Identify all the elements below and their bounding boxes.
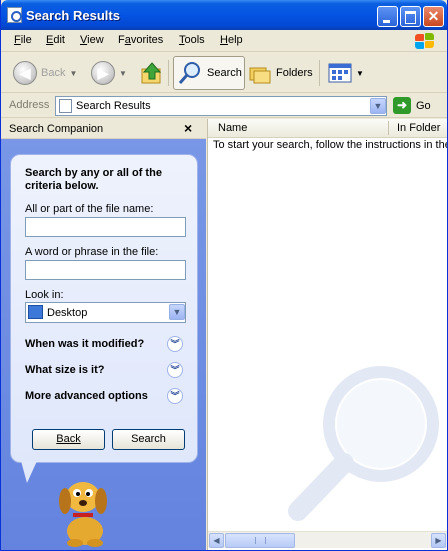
menu-file[interactable]: File [14, 34, 32, 46]
windows-logo-icon [413, 32, 435, 50]
forward-arrow-icon: ▶ [91, 61, 115, 85]
menu-edit[interactable]: Edit [46, 34, 65, 46]
results-pane: Name In Folder To start your search, fol… [207, 119, 447, 550]
look-in-value: Desktop [47, 307, 88, 319]
desktop-icon [28, 305, 43, 319]
menu-help[interactable]: Help [220, 34, 243, 46]
scroll-thumb[interactable] [225, 533, 295, 548]
go-label: Go [416, 99, 431, 112]
column-in-folder[interactable]: In Folder [397, 122, 440, 134]
search-criteria-panel: Search by any or all of the criteria bel… [10, 154, 198, 463]
address-dropdown-button[interactable]: ▼ [370, 98, 386, 114]
folders-button[interactable]: Folders [248, 56, 313, 90]
close-button[interactable]: ✕ [423, 6, 444, 27]
back-label: Back [41, 67, 66, 79]
maximize-button[interactable] [400, 6, 421, 27]
look-in-dropdown-button[interactable]: ▼ [169, 304, 185, 320]
option-label: When was it modified? [25, 338, 145, 350]
companion-back-label: Back [56, 433, 81, 445]
toolbar-separator [168, 60, 169, 86]
option-label: What size is it? [25, 364, 105, 376]
back-button[interactable]: ◀ Back ▼ [13, 56, 77, 90]
companion-back-button[interactable]: Back [32, 429, 105, 450]
file-name-label: All or part of the file name: [25, 203, 154, 215]
search-companion-pane: Search Companion × Search by any or all … [1, 119, 206, 550]
option-advanced[interactable]: More advanced options ︾ [25, 388, 183, 404]
window-title: Search Results [26, 8, 120, 23]
address-field[interactable]: Search Results ▼ [55, 96, 387, 116]
forward-button[interactable]: ▶ ▼ [91, 56, 127, 90]
toolbar-separator [319, 60, 320, 86]
companion-title: Search Companion [9, 123, 104, 135]
chevron-down-icon[interactable]: ▼ [119, 69, 127, 78]
title-bar[interactable]: Search Results ✕ [1, 0, 447, 30]
folders-icon [249, 67, 271, 84]
address-value: Search Results [76, 100, 151, 112]
speech-bubble-tail [21, 461, 37, 483]
results-instructions: To start your search, follow the instruc… [213, 139, 447, 151]
results-column-header: Name In Folder [208, 119, 447, 138]
search-results-icon [7, 7, 22, 23]
phrase-label: A word or phrase in the file: [25, 246, 159, 258]
menu-favorites[interactable]: Favorites [118, 34, 163, 46]
search-dog-icon[interactable] [51, 471, 121, 547]
address-label: Address [9, 99, 50, 111]
expand-chevron-icon[interactable]: ︾ [167, 362, 183, 378]
option-when-modified[interactable]: When was it modified? ︾ [25, 336, 183, 352]
horizontal-scrollbar[interactable]: ◀ ▶ [208, 531, 447, 548]
up-folder-icon [141, 62, 162, 84]
column-name[interactable]: Name [218, 122, 247, 134]
menu-tools[interactable]: Tools [179, 34, 205, 46]
scroll-right-icon[interactable]: ▶ [431, 533, 446, 548]
minimize-button[interactable] [377, 6, 398, 27]
file-name-input[interactable] [25, 217, 186, 237]
look-in-label: Look in: [25, 289, 64, 301]
search-icon [178, 62, 200, 84]
scroll-left-icon[interactable]: ◀ [209, 533, 224, 548]
column-divider[interactable] [388, 121, 389, 135]
search-label: Search [207, 67, 242, 79]
explorer-window: Search Results ✕ File Edit View Favorite… [0, 0, 448, 551]
address-bar: Address Search Results ▼ ➜ Go [1, 94, 447, 118]
back-arrow-icon: ◀ [13, 61, 37, 85]
toolbar: ◀ Back ▼ ▶ ▼ Search Folders ▼ [1, 53, 447, 93]
option-label: More advanced options [25, 390, 148, 402]
views-button[interactable]: ▼ [328, 56, 364, 90]
folders-label: Folders [276, 67, 313, 79]
up-folder-button[interactable] [140, 56, 164, 90]
views-icon [328, 63, 352, 83]
go-arrow-icon: ➜ [393, 97, 411, 114]
companion-header: Search Companion × [1, 119, 206, 139]
search-button[interactable]: Search [173, 56, 245, 90]
search-results-icon [59, 99, 72, 113]
option-size[interactable]: What size is it? ︾ [25, 362, 183, 378]
go-button[interactable]: ➜ Go [393, 97, 431, 114]
criteria-intro: Search by any or all of the criteria bel… [25, 167, 162, 192]
chevron-down-icon[interactable]: ▼ [69, 69, 77, 78]
menu-bar: File Edit View Favorites Tools Help [1, 30, 447, 52]
companion-search-button[interactable]: Search [112, 429, 185, 450]
look-in-select[interactable]: Desktop ▼ [25, 302, 186, 323]
phrase-input[interactable] [25, 260, 186, 280]
menu-view[interactable]: View [80, 34, 104, 46]
companion-search-label: Search [131, 433, 166, 445]
expand-chevron-icon[interactable]: ︾ [167, 388, 183, 404]
expand-chevron-icon[interactable]: ︾ [167, 336, 183, 352]
companion-close-icon[interactable]: × [184, 120, 192, 136]
magnifier-watermark-icon [288, 366, 439, 521]
chevron-down-icon[interactable]: ▼ [356, 69, 364, 78]
